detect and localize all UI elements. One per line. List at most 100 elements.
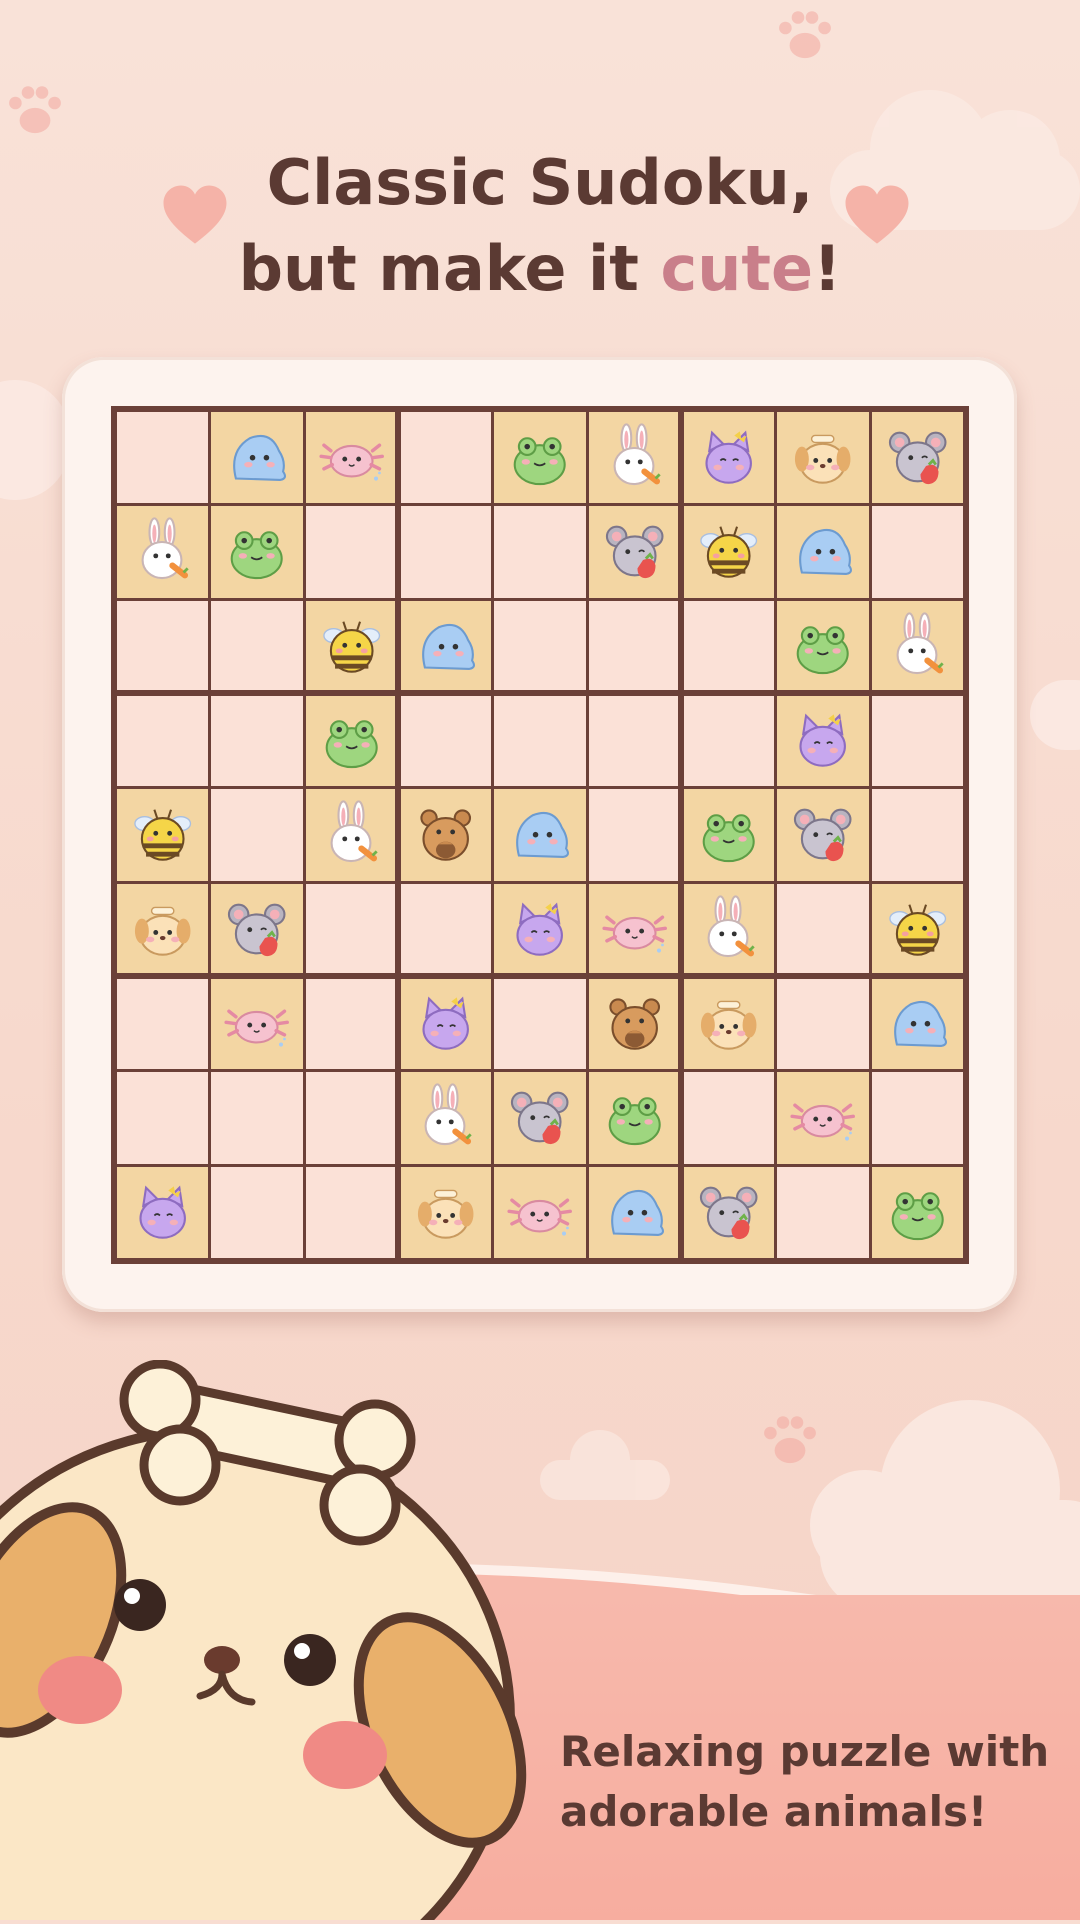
sudoku-cell-mouse[interactable] (871, 412, 963, 504)
sudoku-cell-empty[interactable] (777, 883, 869, 975)
sudoku-cell-blob[interactable] (777, 506, 869, 598)
sudoku-cell-cat[interactable] (777, 695, 869, 787)
sudoku-cell-blob[interactable] (400, 600, 492, 692)
cat-icon (494, 884, 585, 975)
sudoku-cell-frog[interactable] (211, 506, 303, 598)
sudoku-cell-frog[interactable] (305, 695, 397, 787)
axolotl-icon (211, 978, 302, 1069)
sudoku-cell-bee[interactable] (117, 789, 209, 881)
sudoku-cell-empty[interactable] (117, 695, 209, 787)
box-separator (395, 406, 401, 1264)
sudoku-cell-axolotl[interactable] (305, 412, 397, 504)
sudoku-cell-axolotl[interactable] (588, 883, 680, 975)
sudoku-cell-empty[interactable] (871, 506, 963, 598)
sudoku-cell-empty[interactable] (117, 1072, 209, 1164)
sudoku-cell-cat[interactable] (494, 883, 586, 975)
sudoku-cell-frog[interactable] (683, 789, 775, 881)
sudoku-cell-empty[interactable] (777, 1166, 869, 1258)
sudoku-cell-empty[interactable] (305, 506, 397, 598)
sudoku-cell-empty[interactable] (305, 883, 397, 975)
sudoku-cell-bee[interactable] (683, 506, 775, 598)
sudoku-cell-bunny[interactable] (588, 412, 680, 504)
sudoku-cell-empty[interactable] (871, 789, 963, 881)
sudoku-cell-bunny[interactable] (117, 506, 209, 598)
sudoku-cell-empty[interactable] (588, 789, 680, 881)
sudoku-cell-empty[interactable] (117, 412, 209, 504)
sudoku-cell-empty[interactable] (588, 600, 680, 692)
sudoku-cell-blob[interactable] (211, 412, 303, 504)
sudoku-cell-empty[interactable] (400, 412, 492, 504)
sudoku-cell-bunny[interactable] (400, 1072, 492, 1164)
frog-icon (494, 412, 585, 503)
sudoku-cell-empty[interactable] (211, 1166, 303, 1258)
sudoku-cell-mouse[interactable] (588, 506, 680, 598)
sudoku-cell-empty[interactable] (400, 883, 492, 975)
sudoku-cell-frog[interactable] (588, 1072, 680, 1164)
blob-icon (494, 789, 585, 880)
sudoku-cell-empty[interactable] (494, 978, 586, 1070)
sudoku-cell-bear[interactable] (400, 789, 492, 881)
sudoku-cell-empty[interactable] (683, 695, 775, 787)
sudoku-cell-bee[interactable] (871, 883, 963, 975)
sudoku-cell-empty[interactable] (683, 600, 775, 692)
sudoku-cell-cat[interactable] (683, 412, 775, 504)
sudoku-cell-empty[interactable] (494, 695, 586, 787)
sudoku-cell-mouse[interactable] (211, 883, 303, 975)
tagline-line-1: Relaxing puzzle with (560, 1727, 1050, 1776)
sudoku-cell-blob[interactable] (588, 1166, 680, 1258)
sudoku-cell-empty[interactable] (211, 789, 303, 881)
sudoku-cell-blob[interactable] (494, 789, 586, 881)
sudoku-cell-empty[interactable] (117, 978, 209, 1070)
cat-icon (777, 695, 868, 786)
sudoku-cell-puppy[interactable] (117, 883, 209, 975)
sudoku-cell-puppy[interactable] (777, 412, 869, 504)
frog-icon (777, 601, 868, 692)
sudoku-cell-empty[interactable] (683, 1072, 775, 1164)
sudoku-cell-frog[interactable] (777, 600, 869, 692)
sudoku-cell-bee[interactable] (305, 600, 397, 692)
sudoku-cell-empty[interactable] (871, 695, 963, 787)
sudoku-cell-empty[interactable] (400, 506, 492, 598)
sudoku-cell-puppy[interactable] (683, 978, 775, 1070)
sudoku-cell-mouse[interactable] (494, 1072, 586, 1164)
sudoku-cell-frog[interactable] (871, 1166, 963, 1258)
sudoku-cell-blob[interactable] (871, 978, 963, 1070)
sudoku-cell-mouse[interactable] (683, 1166, 775, 1258)
sudoku-cell-empty[interactable] (305, 1166, 397, 1258)
sudoku-cell-bunny[interactable] (305, 789, 397, 881)
sudoku-cell-axolotl[interactable] (211, 978, 303, 1070)
sudoku-cell-empty[interactable] (117, 600, 209, 692)
sudoku-cell-empty[interactable] (305, 1072, 397, 1164)
sudoku-cell-axolotl[interactable] (494, 1166, 586, 1258)
axolotl-icon (306, 412, 397, 503)
sudoku-cell-empty[interactable] (211, 1072, 303, 1164)
bunny-icon (872, 601, 963, 692)
bunny-icon (400, 1072, 491, 1163)
box-separator (678, 406, 684, 1264)
sudoku-cell-bunny[interactable] (683, 883, 775, 975)
sudoku-cell-mouse[interactable] (777, 789, 869, 881)
bear-icon (400, 789, 491, 880)
sudoku-cell-bunny[interactable] (871, 600, 963, 692)
sudoku-cell-frog[interactable] (494, 412, 586, 504)
sudoku-cell-cat[interactable] (117, 1166, 209, 1258)
sudoku-cell-empty[interactable] (305, 978, 397, 1070)
sudoku-cell-empty[interactable] (871, 1072, 963, 1164)
sudoku-cell-empty[interactable] (400, 695, 492, 787)
sudoku-cell-puppy[interactable] (400, 1166, 492, 1258)
cat-icon (683, 412, 774, 503)
sudoku-cell-empty[interactable] (211, 600, 303, 692)
sudoku-cell-empty[interactable] (494, 600, 586, 692)
sudoku-cell-empty[interactable] (494, 506, 586, 598)
sudoku-cell-axolotl[interactable] (777, 1072, 869, 1164)
puppy-icon (777, 412, 868, 503)
sudoku-cell-cat[interactable] (400, 978, 492, 1070)
sudoku-cell-empty[interactable] (777, 978, 869, 1070)
sudoku-cell-bear[interactable] (588, 978, 680, 1070)
sudoku-cell-empty[interactable] (211, 695, 303, 787)
bear-icon (589, 978, 680, 1069)
bee-icon (872, 884, 963, 975)
tagline-line-2: adorable animals! (560, 1787, 988, 1836)
puppy-icon (683, 978, 774, 1069)
sudoku-cell-empty[interactable] (588, 695, 680, 787)
